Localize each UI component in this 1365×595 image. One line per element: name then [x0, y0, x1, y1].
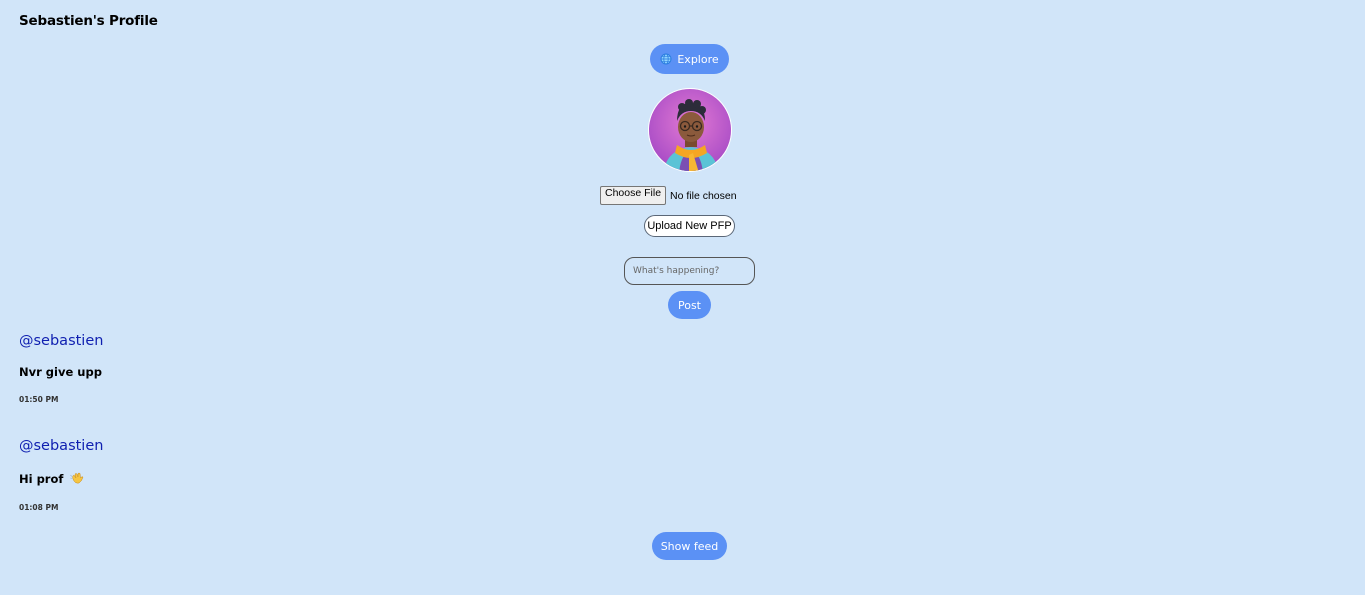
post-item: @sebastien Nvr give upp 01:50 PM: [19, 333, 103, 404]
choose-file-button[interactable]: Choose File: [600, 186, 667, 205]
page-title: Sebastien's Profile: [19, 13, 158, 29]
post-text: Hi prof: [19, 472, 64, 486]
post-item: @sebastien Hi prof 01:08 PM: [19, 438, 103, 512]
explore-button[interactable]: Explore: [650, 44, 729, 74]
post-timestamp: 01:08 PM: [19, 503, 59, 512]
waving-hand-icon: [70, 472, 84, 484]
post-button[interactable]: Post: [668, 291, 711, 319]
post-text: Nvr give upp: [19, 365, 102, 379]
post-author-link[interactable]: @sebastien: [19, 333, 103, 349]
avatar: [648, 88, 732, 172]
post-timestamp: 01:50 PM: [19, 395, 59, 404]
upload-pfp-button[interactable]: Upload New PFP: [644, 215, 735, 237]
explore-label: Explore: [677, 52, 719, 66]
profile-page: Sebastien's Profile Explore Choose File …: [0, 0, 1365, 595]
post-text-row: Hi prof: [19, 472, 84, 486]
post-input[interactable]: [624, 257, 755, 285]
file-status: No file chosen: [670, 189, 737, 202]
post-author-link[interactable]: @sebastien: [19, 438, 103, 454]
globe-icon: [660, 53, 672, 65]
show-feed-button[interactable]: Show feed: [652, 532, 727, 560]
file-input[interactable]: Choose File No file chosen: [600, 186, 737, 205]
